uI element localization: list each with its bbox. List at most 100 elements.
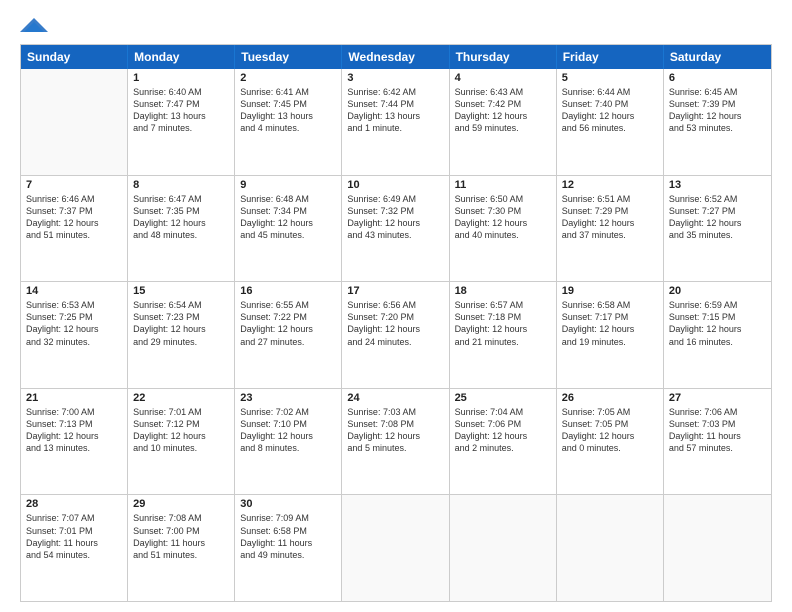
cell-line: Daylight: 12 hours <box>669 217 766 229</box>
day-cell-21: 21Sunrise: 7:00 AMSunset: 7:13 PMDayligh… <box>21 389 128 495</box>
cell-line: Daylight: 13 hours <box>240 110 336 122</box>
logo <box>20 16 52 36</box>
cell-line: Sunrise: 6:44 AM <box>562 86 658 98</box>
cell-line: Sunset: 7:05 PM <box>562 418 658 430</box>
day-cell-4: 4Sunrise: 6:43 AMSunset: 7:42 PMDaylight… <box>450 69 557 175</box>
cell-line: Sunrise: 6:46 AM <box>26 193 122 205</box>
cell-line: Sunset: 7:10 PM <box>240 418 336 430</box>
day-number: 1 <box>133 72 229 84</box>
cell-line: Sunset: 7:45 PM <box>240 98 336 110</box>
cell-line: and 7 minutes. <box>133 122 229 134</box>
cell-line: Sunset: 7:32 PM <box>347 205 443 217</box>
cell-line: and 57 minutes. <box>669 442 766 454</box>
day-cell-1: 1Sunrise: 6:40 AMSunset: 7:47 PMDaylight… <box>128 69 235 175</box>
empty-cell <box>342 495 449 601</box>
week-row-3: 21Sunrise: 7:00 AMSunset: 7:13 PMDayligh… <box>21 388 771 495</box>
day-number: 19 <box>562 285 658 297</box>
cell-line: Daylight: 12 hours <box>455 323 551 335</box>
cell-line: Sunrise: 6:50 AM <box>455 193 551 205</box>
cell-line: Sunset: 7:00 PM <box>133 525 229 537</box>
day-cell-28: 28Sunrise: 7:07 AMSunset: 7:01 PMDayligh… <box>21 495 128 601</box>
cell-line: Daylight: 12 hours <box>240 430 336 442</box>
empty-cell <box>557 495 664 601</box>
day-number: 27 <box>669 392 766 404</box>
day-number: 23 <box>240 392 336 404</box>
calendar: SundayMondayTuesdayWednesdayThursdayFrid… <box>20 44 772 602</box>
day-number: 29 <box>133 498 229 510</box>
cell-line: Daylight: 12 hours <box>26 217 122 229</box>
cell-line: Sunrise: 6:42 AM <box>347 86 443 98</box>
cell-line: Sunrise: 6:40 AM <box>133 86 229 98</box>
day-cell-26: 26Sunrise: 7:05 AMSunset: 7:05 PMDayligh… <box>557 389 664 495</box>
day-number: 17 <box>347 285 443 297</box>
header-day-wednesday: Wednesday <box>342 45 449 69</box>
cell-line: Sunset: 6:58 PM <box>240 525 336 537</box>
cell-line: Sunrise: 7:07 AM <box>26 512 122 524</box>
cell-line: Sunset: 7:17 PM <box>562 311 658 323</box>
logo-icon <box>20 16 48 34</box>
cell-line: Sunset: 7:35 PM <box>133 205 229 217</box>
week-row-1: 7Sunrise: 6:46 AMSunset: 7:37 PMDaylight… <box>21 175 771 282</box>
week-row-0: 1 Sunrise: 6:40 AMSunset: 7:47 PM Daylight… <box>21 69 771 175</box>
day-cell-23: 23 Sunrise: 7:02 AMSunset: 7:10 PMDayligh… <box>235 389 342 495</box>
page: SundayMondayTuesdayWednesdayThursdayFrid… <box>0 0 792 612</box>
cell-line: Sunrise: 7:08 AM <box>133 512 229 524</box>
cell-line: and 4 minutes. <box>240 122 336 134</box>
day-number: 14 <box>26 285 122 297</box>
cell-line: and 51 minutes. <box>133 549 229 561</box>
day-cell-27: 27Sunrise: 7:06 AMSunset: 7:03 PMDayligh… <box>664 389 771 495</box>
cell-line: Sunset: 7:47 PM <box>133 98 229 110</box>
cell-line: Daylight: 12 hours <box>455 430 551 442</box>
empty-cell <box>21 69 128 175</box>
cell-line: Daylight: 12 hours <box>669 110 766 122</box>
day-number: 25 <box>455 392 551 404</box>
cell-line: Sunset: 7:29 PM <box>562 205 658 217</box>
day-cell-16: 16Sunrise: 6:55 AMSunset: 7:22 PMDayligh… <box>235 282 342 388</box>
day-number: 11 <box>455 179 551 191</box>
cell-line: and 43 minutes. <box>347 229 443 241</box>
cell-line: Daylight: 12 hours <box>562 323 658 335</box>
cell-line: Sunrise: 6:54 AM <box>133 299 229 311</box>
empty-cell <box>664 495 771 601</box>
cell-line: Sunrise: 6:52 AM <box>669 193 766 205</box>
header <box>20 16 772 36</box>
cell-line: Sunset: 7:40 PM <box>562 98 658 110</box>
cell-line: Daylight: 12 hours <box>669 323 766 335</box>
cell-line: and 1 minute. <box>347 122 443 134</box>
cell-line: and 13 minutes. <box>26 442 122 454</box>
cell-line: Sunrise: 6:58 AM <box>562 299 658 311</box>
day-number: 22 <box>133 392 229 404</box>
cell-line: Daylight: 12 hours <box>455 110 551 122</box>
day-cell-2: 2Sunrise: 6:41 AMSunset: 7:45 PMDaylight… <box>235 69 342 175</box>
day-cell-10: 10Sunrise: 6:49 AMSunset: 7:32 PMDayligh… <box>342 176 449 282</box>
cell-line: and 19 minutes. <box>562 336 658 348</box>
day-cell-19: 19 Sunrise: 6:58 AMSunset: 7:17 PMDayligh… <box>557 282 664 388</box>
header-day-thursday: Thursday <box>450 45 557 69</box>
cell-line: Daylight: 12 hours <box>347 323 443 335</box>
cell-line: Sunset: 7:12 PM <box>133 418 229 430</box>
header-day-sunday: Sunday <box>21 45 128 69</box>
cell-line: Sunset: 7:23 PM <box>133 311 229 323</box>
cell-line: Sunset: 7:03 PM <box>669 418 766 430</box>
day-cell-24: 24Sunrise: 7:03 AMSunset: 7:08 PMDayligh… <box>342 389 449 495</box>
day-number: 5 <box>562 72 658 84</box>
cell-line: and 49 minutes. <box>240 549 336 561</box>
header-day-monday: Monday <box>128 45 235 69</box>
cell-line: Sunset: 7:44 PM <box>347 98 443 110</box>
cell-line: and 59 minutes. <box>455 122 551 134</box>
cell-line: Sunrise: 7:01 AM <box>133 406 229 418</box>
day-number: 24 <box>347 392 443 404</box>
cell-line: Daylight: 11 hours <box>26 537 122 549</box>
day-number: 16 <box>240 285 336 297</box>
cell-line: Daylight: 11 hours <box>669 430 766 442</box>
calendar-body: 1 Sunrise: 6:40 AMSunset: 7:47 PM Daylight… <box>21 69 771 601</box>
cell-line: Sunrise: 6:41 AM <box>240 86 336 98</box>
cell-line: and 5 minutes. <box>347 442 443 454</box>
day-cell-13: 13Sunrise: 6:52 AMSunset: 7:27 PMDayligh… <box>664 176 771 282</box>
cell-line: and 0 minutes. <box>562 442 658 454</box>
cell-line: Sunrise: 7:09 AM <box>240 512 336 524</box>
cell-line: Sunrise: 7:02 AM <box>240 406 336 418</box>
day-cell-18: 18Sunrise: 6:57 AMSunset: 7:18 PMDayligh… <box>450 282 557 388</box>
cell-line: Daylight: 12 hours <box>26 323 122 335</box>
cell-line: Sunrise: 6:51 AM <box>562 193 658 205</box>
